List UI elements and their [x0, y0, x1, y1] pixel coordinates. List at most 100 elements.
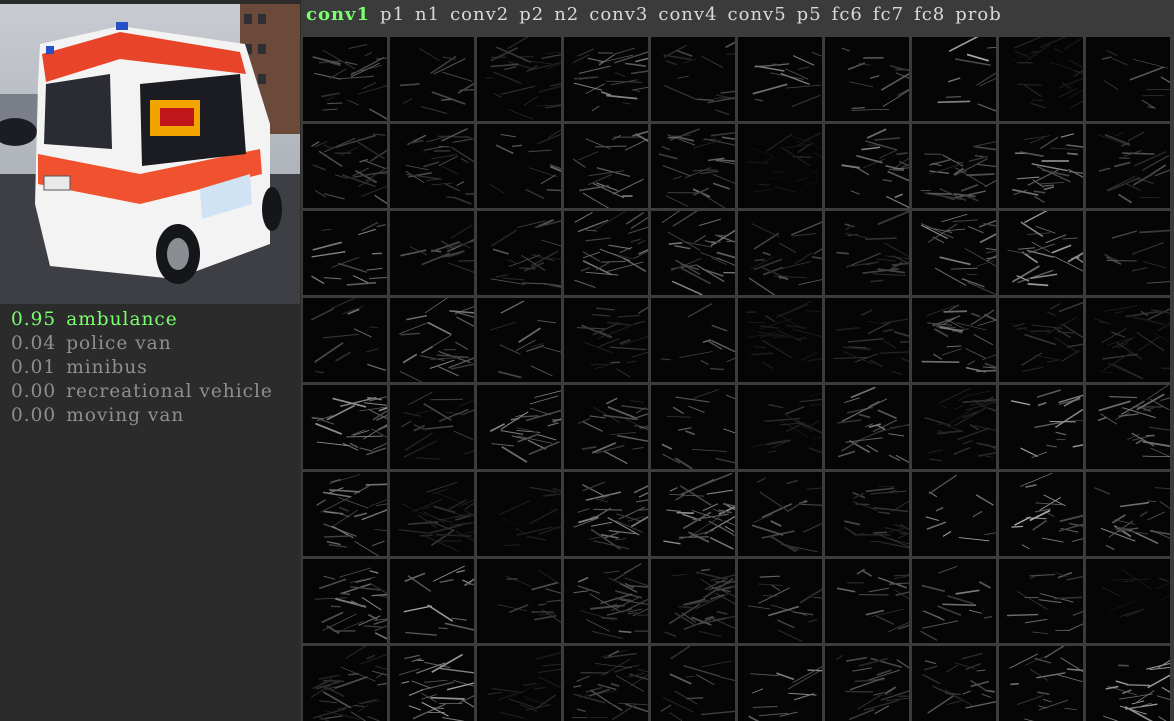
feature-map-icon [937, 37, 996, 112]
feature-map-tile[interactable] [651, 472, 735, 556]
feature-map-tile[interactable] [477, 211, 561, 295]
feature-map-icon [490, 218, 561, 289]
feature-map-tile[interactable] [651, 385, 735, 469]
feature-map-tile[interactable] [738, 37, 822, 121]
feature-map-tile[interactable] [738, 472, 822, 556]
tab-conv2[interactable]: conv2 [450, 4, 509, 25]
tab-prob[interactable]: prob [955, 4, 1002, 25]
feature-map-tile[interactable] [1086, 559, 1170, 643]
feature-map-tile[interactable] [825, 37, 909, 121]
feature-map-tile[interactable] [390, 298, 474, 382]
tab-fc8[interactable]: fc8 [914, 4, 945, 25]
feature-map-tile[interactable] [999, 298, 1083, 382]
feature-map-tile[interactable] [912, 124, 996, 208]
feature-map-tile[interactable] [390, 559, 474, 643]
feature-map-tile[interactable] [738, 298, 822, 382]
feature-map-tile[interactable] [825, 298, 909, 382]
feature-map-icon [573, 481, 648, 550]
feature-map-tile[interactable] [912, 37, 996, 121]
tab-p5[interactable]: p5 [797, 4, 822, 25]
feature-map-tile[interactable] [825, 385, 909, 469]
feature-map-tile[interactable] [1086, 298, 1170, 382]
tab-conv4[interactable]: conv4 [658, 4, 717, 25]
feature-map-tile[interactable] [564, 37, 648, 121]
feature-map-tile[interactable] [999, 124, 1083, 208]
feature-map-tile[interactable] [1086, 472, 1170, 556]
feature-map-tile[interactable] [651, 124, 735, 208]
feature-map-tile[interactable] [738, 211, 822, 295]
feature-map-tile[interactable] [651, 211, 735, 295]
feature-map-tile[interactable] [651, 37, 735, 121]
tab-p2[interactable]: p2 [519, 4, 544, 25]
tab-conv1[interactable]: conv1 [306, 4, 370, 25]
feature-map-tile[interactable] [477, 559, 561, 643]
feature-map-tile[interactable] [477, 298, 561, 382]
feature-map-tile[interactable] [303, 559, 387, 643]
feature-map-tile[interactable] [390, 646, 474, 721]
feature-map-tile[interactable] [564, 385, 648, 469]
feature-map-icon [660, 303, 735, 371]
feature-map-tile[interactable] [477, 472, 561, 556]
feature-map-tile[interactable] [390, 124, 474, 208]
feature-map-tile[interactable] [999, 646, 1083, 721]
feature-map-tile[interactable] [825, 646, 909, 721]
feature-map-tile[interactable] [390, 37, 474, 121]
feature-map-tile[interactable] [999, 559, 1083, 643]
feature-map-tile[interactable] [999, 385, 1083, 469]
tab-n2[interactable]: n2 [554, 4, 579, 25]
feature-map-tile[interactable] [825, 559, 909, 643]
feature-map-tile[interactable] [1086, 124, 1170, 208]
feature-map-tile[interactable] [912, 472, 996, 556]
feature-map-tile[interactable] [825, 472, 909, 556]
feature-map-tile[interactable] [999, 472, 1083, 556]
feature-map-tile[interactable] [390, 385, 474, 469]
feature-map-tile[interactable] [1086, 646, 1170, 721]
feature-map-tile[interactable] [912, 559, 996, 643]
feature-map-tile[interactable] [477, 124, 561, 208]
feature-map-tile[interactable] [303, 385, 387, 469]
feature-map-tile[interactable] [564, 211, 648, 295]
feature-map-tile[interactable] [564, 124, 648, 208]
feature-map-tile[interactable] [303, 472, 387, 556]
feature-map-tile[interactable] [303, 211, 387, 295]
feature-map-icon [1094, 487, 1170, 551]
feature-map-tile[interactable] [477, 37, 561, 121]
feature-map-tile[interactable] [303, 124, 387, 208]
tab-p1[interactable]: p1 [380, 4, 405, 25]
feature-map-tile[interactable] [999, 211, 1083, 295]
feature-map-tile[interactable] [651, 646, 735, 721]
feature-map-tile[interactable] [999, 37, 1083, 121]
feature-map-tile[interactable] [738, 385, 822, 469]
feature-map-tile[interactable] [564, 559, 648, 643]
feature-map-tile[interactable] [303, 37, 387, 121]
tab-n1[interactable]: n1 [415, 4, 440, 25]
tab-conv5[interactable]: conv5 [728, 4, 787, 25]
tab-fc6[interactable]: fc6 [832, 4, 863, 25]
feature-map-tile[interactable] [912, 385, 996, 469]
tab-fc7[interactable]: fc7 [873, 4, 904, 25]
feature-map-tile[interactable] [912, 298, 996, 382]
feature-map-tile[interactable] [390, 211, 474, 295]
feature-map-tile[interactable] [825, 211, 909, 295]
feature-map-tile[interactable] [564, 298, 648, 382]
feature-map-tile[interactable] [564, 472, 648, 556]
feature-map-tile[interactable] [1086, 211, 1170, 295]
feature-map-tile[interactable] [738, 559, 822, 643]
feature-map-tile[interactable] [651, 559, 735, 643]
feature-map-tile[interactable] [651, 298, 735, 382]
tab-conv3[interactable]: conv3 [589, 4, 648, 25]
feature-map-tile[interactable] [1086, 37, 1170, 121]
feature-map-tile[interactable] [1086, 385, 1170, 469]
feature-map-tile[interactable] [912, 646, 996, 721]
feature-map-tile[interactable] [390, 472, 474, 556]
feature-map-tile[interactable] [477, 385, 561, 469]
feature-map-tile[interactable] [825, 124, 909, 208]
feature-map-tile[interactable] [303, 298, 387, 382]
feature-map-tile[interactable] [564, 646, 648, 721]
feature-map-tile[interactable] [912, 211, 996, 295]
feature-map-tile[interactable] [303, 646, 387, 721]
prediction-item: 0.01 minibus [11, 356, 301, 380]
feature-map-tile[interactable] [738, 124, 822, 208]
feature-map-tile[interactable] [738, 646, 822, 721]
feature-map-tile[interactable] [477, 646, 561, 721]
